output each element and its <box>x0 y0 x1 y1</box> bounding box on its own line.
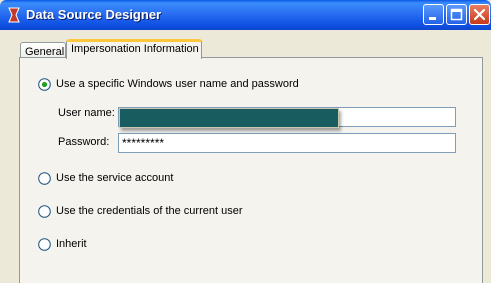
window-title: Data Source Designer <box>26 7 162 22</box>
radio-service-account[interactable] <box>38 172 51 185</box>
password-field[interactable]: ********* <box>118 133 456 153</box>
minimize-icon <box>429 17 436 20</box>
radio-inherit[interactable] <box>38 238 51 251</box>
title-bar[interactable]: Data Source Designer <box>0 0 491 30</box>
option-current-user-label: Use the credentials of the current user <box>56 205 243 217</box>
close-button[interactable] <box>469 4 490 25</box>
tab-impersonation-label: Impersonation Information <box>71 43 199 55</box>
minimize-button[interactable] <box>423 4 444 25</box>
redaction-block <box>119 108 339 128</box>
radio-current-user[interactable] <box>38 205 51 218</box>
radio-specific-user[interactable] <box>38 78 51 91</box>
username-label: User name: <box>58 107 115 119</box>
password-label: Password: <box>58 136 110 148</box>
tab-impersonation-information[interactable]: Impersonation Information <box>66 39 202 59</box>
option-specific-user-label: Use a specific Windows user name and pas… <box>56 78 299 90</box>
app-icon <box>8 7 20 23</box>
password-value: ********* <box>122 136 165 150</box>
option-service-account-label: Use the service account <box>56 172 174 184</box>
data-source-designer-window: Data Source Designer General Impersonati… <box>0 0 491 283</box>
option-inherit-label: Inherit <box>56 238 87 250</box>
tab-panel <box>19 57 483 283</box>
close-icon <box>473 8 486 21</box>
maximize-button[interactable] <box>446 4 467 25</box>
maximize-icon <box>450 8 463 21</box>
